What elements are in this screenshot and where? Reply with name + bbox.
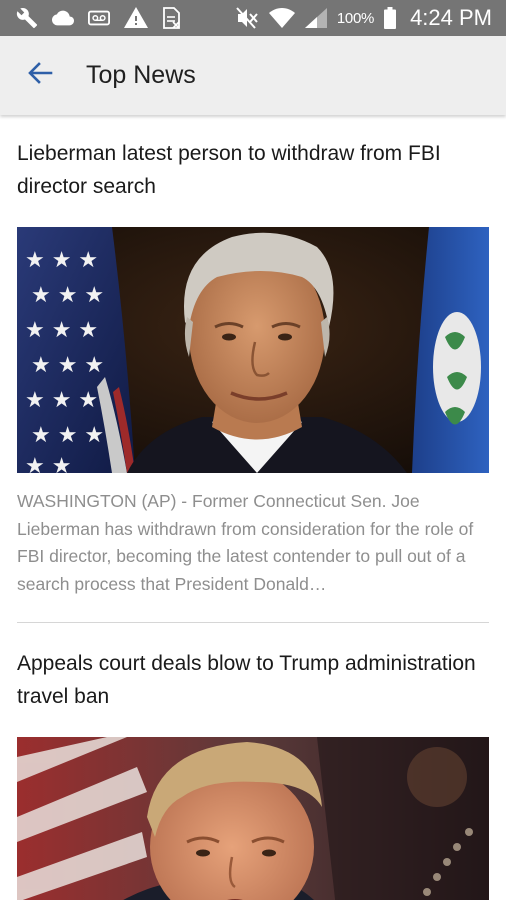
- news-item[interactable]: Lieberman latest person to withdraw from…: [0, 115, 506, 623]
- svg-text:★ ★: ★ ★: [25, 454, 71, 473]
- mute-icon: [235, 7, 259, 29]
- article-headline[interactable]: Lieberman latest person to withdraw from…: [17, 115, 489, 203]
- status-notifications: [0, 7, 182, 29]
- svg-text:★ ★ ★: ★ ★ ★: [25, 248, 98, 273]
- warning-icon: [124, 7, 148, 29]
- status-time: 4:24 PM: [410, 5, 492, 30]
- voicemail-icon: [88, 9, 110, 27]
- status-bar: 100% 4:24 PM: [0, 0, 506, 36]
- svg-text:★ ★ ★: ★ ★ ★: [31, 283, 104, 308]
- battery-icon: [384, 7, 397, 29]
- news-item[interactable]: Appeals court deals blow to Trump admini…: [0, 623, 506, 900]
- page-title: Top News: [86, 61, 196, 89]
- svg-text:★ ★ ★: ★ ★ ★: [31, 423, 104, 448]
- cloud-icon: [52, 9, 74, 27]
- article-headline[interactable]: Appeals court deals blow to Trump admini…: [17, 623, 489, 713]
- news-list[interactable]: Lieberman latest person to withdraw from…: [0, 115, 506, 900]
- battery-percent: 100%: [336, 9, 375, 27]
- article-image[interactable]: [17, 737, 489, 900]
- article-summary: WASHINGTON (AP) - Former Connecticut Sen…: [17, 491, 474, 594]
- wifi-icon: [268, 8, 295, 28]
- document-icon: [162, 7, 182, 29]
- wrench-icon: [16, 7, 38, 29]
- back-button[interactable]: [16, 52, 64, 100]
- app-bar: Top News: [0, 36, 506, 115]
- signal-icon: [304, 8, 327, 28]
- status-system: 100% 4:24 PM: [235, 5, 506, 31]
- back-arrow-icon: [27, 61, 53, 90]
- svg-text:★ ★ ★: ★ ★ ★: [31, 353, 104, 378]
- article-image[interactable]: ★ ★ ★ ★ ★ ★ ★ ★ ★ ★ ★ ★ ★ ★ ★ ★ ★ ★ ★ ★: [17, 227, 489, 473]
- svg-text:★ ★ ★: ★ ★ ★: [25, 318, 98, 343]
- svg-text:★ ★ ★: ★ ★ ★: [25, 388, 98, 413]
